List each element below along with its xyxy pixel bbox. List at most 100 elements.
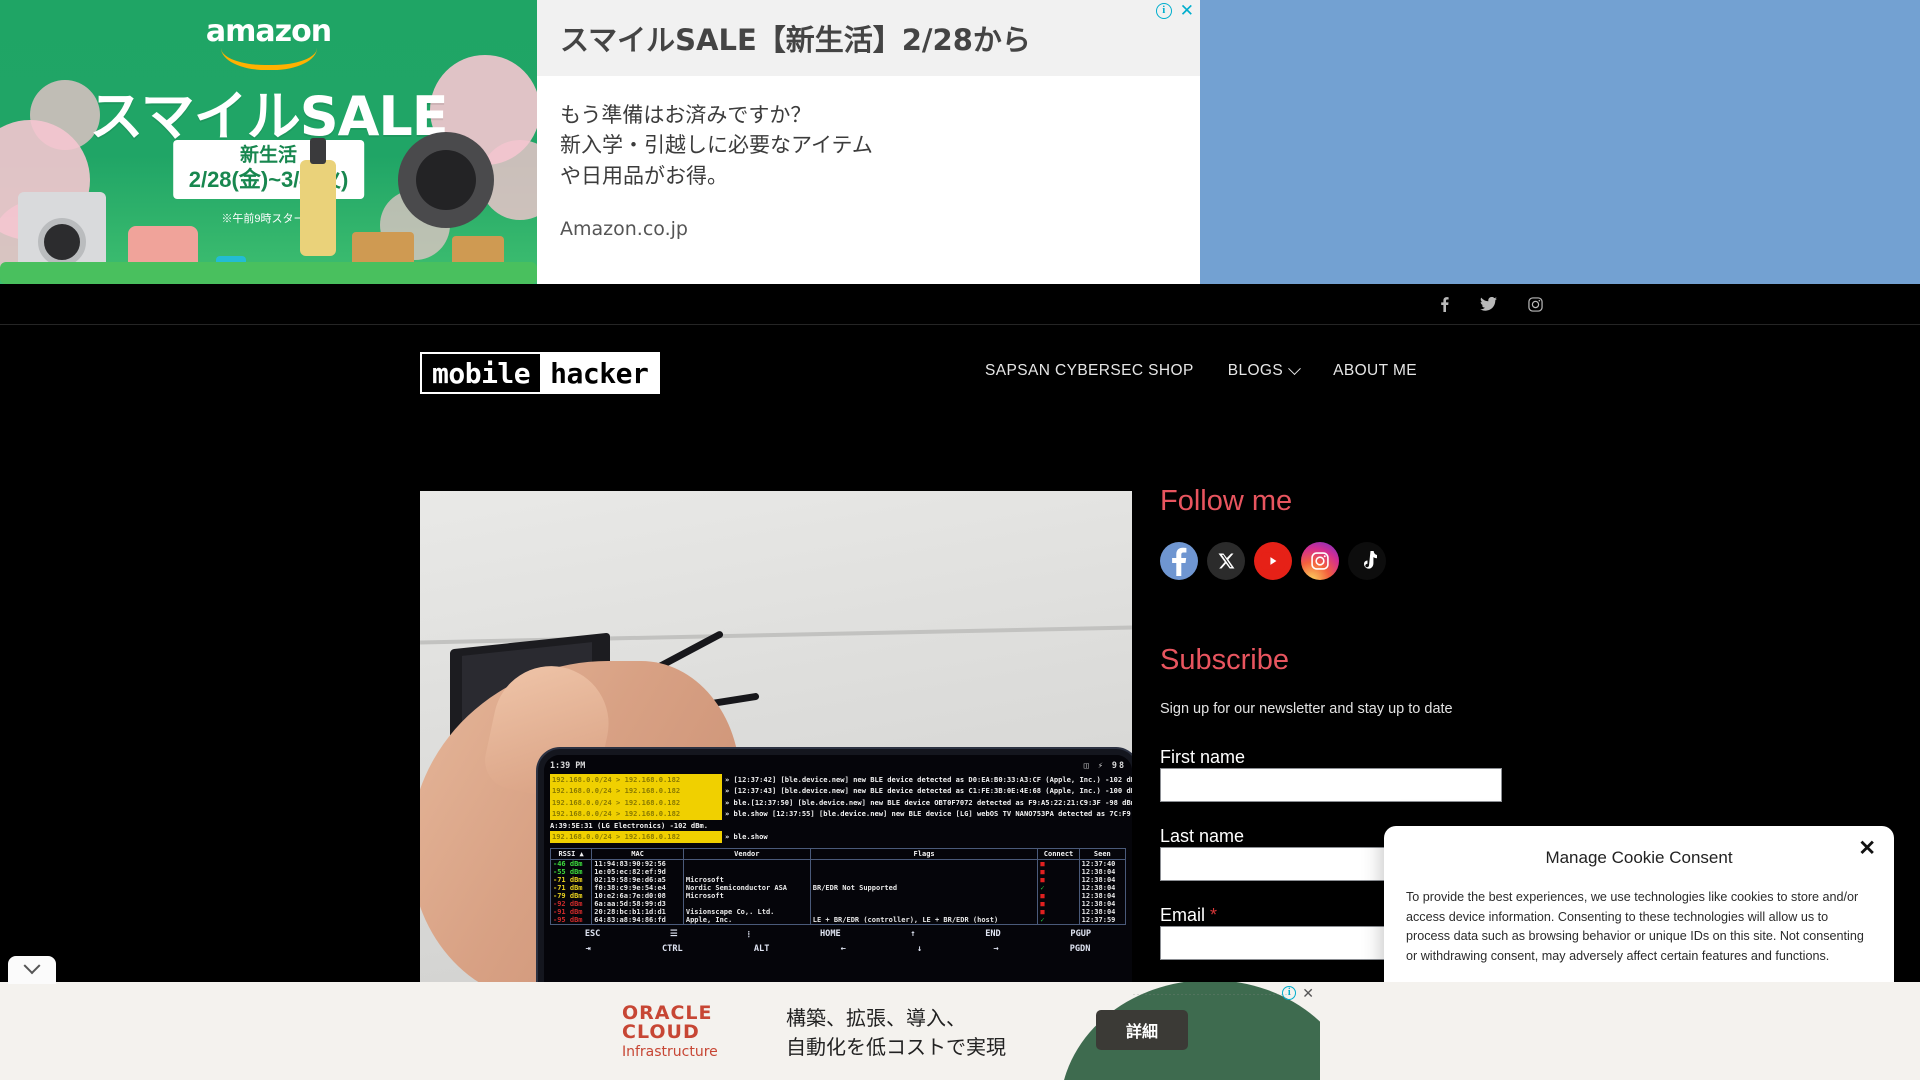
nav-item-about-me[interactable]: ABOUT ME (1333, 362, 1417, 380)
cell-seen: 12:38:04 (1078, 891, 1127, 900)
ad-body-line-1: もう準備はお済みですか？ (560, 103, 812, 127)
info-icon[interactable]: i (1155, 3, 1172, 19)
cell-connect: ■ (1037, 867, 1080, 876)
cell-rssi: -91 dBm (549, 907, 593, 916)
terminal-ip-chip: 192.168.0.0/24 > 192.168.0.182 (550, 785, 722, 797)
phone-key[interactable]: ALT (754, 944, 770, 954)
terminal-line: 192.168.0.0/24 > 192.168.0.182 » [12:37:… (550, 774, 1132, 786)
youtube-icon[interactable] (1254, 542, 1292, 580)
bottom-ad-copy: 構築、拡張、導入、 自動化を低コストで実現 (786, 1004, 1006, 1062)
close-icon[interactable]: ✕ (1302, 986, 1314, 1000)
instagram-icon[interactable] (1301, 542, 1339, 580)
cell-connect: ■ (1037, 899, 1080, 908)
col-flags: Flags (809, 847, 1039, 860)
twitter-icon[interactable] (1480, 297, 1497, 311)
top-social-bar (0, 284, 1920, 325)
table-row: -91 dBm 20:28:bc:b1:1d:d1 Visionscape Co,.… (549, 907, 1127, 916)
phone-key[interactable]: ⁞ (747, 929, 750, 940)
table-row: -55 dBm 1e:05:ec:82:ef:9d ■ 12:38:04 (549, 867, 1127, 876)
nav-label: BLOGS (1227, 362, 1284, 379)
cell-vendor: Microsoft (682, 875, 811, 884)
tiktok-icon[interactable] (1348, 542, 1386, 580)
ble-devices-table: RSSI ▲ MAC Vendor Flags Connect Seen -46… (549, 847, 1127, 925)
phone-keyboard-row-1: ESC ☰ ⁞ HOME ↑ END PGUP (550, 929, 1126, 940)
cell-mac: 1e:05:ec:82:ef:9d (591, 867, 684, 876)
oracle-cloud-ad[interactable]: ORACLE CLOUD Infrastructure 構築、拡張、導入、 自動… (596, 982, 1320, 1080)
phone-key[interactable]: ⇥ (586, 944, 591, 954)
nav-item-blogs[interactable]: BLOGS (1227, 361, 1301, 380)
cell-connect: ■ (1037, 859, 1080, 868)
cell-rssi: -95 dBm (549, 915, 593, 925)
cell-flags (809, 899, 1039, 908)
oracle-cloud-logo: ORACLE CLOUD Infrastructure (622, 1004, 718, 1060)
main-navigation: SAPSAN CYBERSEC SHOP BLOGS ABOUT ME (985, 361, 1417, 380)
phone-key[interactable]: HOME (820, 929, 841, 940)
cell-vendor: Visionscape Co,. Ltd. (682, 907, 811, 916)
col-mac: MAC (591, 847, 684, 860)
phone-key[interactable]: → (993, 944, 998, 954)
logo-text-hacker: hacker (540, 354, 659, 392)
cell-flags (809, 875, 1039, 884)
phone-key[interactable]: ESC (585, 929, 601, 940)
cell-flags: LE + BR/EDR (controller), LE + BR/EDR (h… (809, 915, 1039, 925)
table-row: -92 dBm 6a:aa:5d:58:99:d3 ■ 12:38:04 (549, 899, 1127, 908)
col-rssi: RSSI ▲ (549, 847, 593, 860)
terminal-line-text: A:39:5E:31 (LG Electronics) -102 dBm. (550, 820, 709, 830)
bottom-ad-legal-text: ・・・・・・・・・・・・・・・・・・・・・・・・・・・・・・・・・・・・・・・・ (1132, 992, 1292, 997)
bottom-ad-cta-button[interactable]: 詳細 (1096, 1010, 1188, 1050)
first-name-input[interactable] (1160, 768, 1502, 802)
terminal-line: A:39:5E:31 (LG Electronics) -102 dBm. (550, 820, 1126, 831)
phone-screen: 1:39 PM ◫ ⚡ 98 192.168.0.0/24 > 192.168.… (544, 755, 1132, 991)
phone-key[interactable]: ↑ (910, 929, 915, 940)
cell-mac: 11:94:83:90:92:56 (591, 859, 684, 868)
nav-label: ABOUT ME (1333, 362, 1417, 379)
close-icon[interactable]: ✕ (1858, 838, 1876, 859)
phone-key[interactable]: ← (841, 944, 846, 954)
first-name-label: First name (1160, 747, 1246, 767)
photo-smartphone: 1:39 PM ◫ ⚡ 98 192.168.0.0/24 > 192.168.… (538, 749, 1132, 991)
x-twitter-icon[interactable] (1207, 542, 1245, 580)
col-seen: Seen (1078, 847, 1127, 860)
page-root: amazon スマイルSALE 新生活 2/28(金)~3/4(火) ※午前9時… (0, 0, 1920, 1080)
facebook-icon[interactable] (1160, 542, 1198, 580)
nav-item-sapsan-cybersec-shop[interactable]: SAPSAN CYBERSEC SHOP (985, 362, 1194, 380)
cell-seen: 12:38:04 (1078, 867, 1127, 876)
cell-rssi: -92 dBm (549, 899, 593, 908)
phone-key[interactable]: END (985, 929, 1001, 940)
collapse-ad-button[interactable] (8, 956, 56, 984)
ad-copy-panel: スマイルSALE【新生活】2/28から もう準備はお済みですか？ 新入学・引越し… (537, 0, 1200, 284)
phone-key[interactable]: PGDN (1070, 944, 1091, 954)
phone-key[interactable]: CTRL (662, 944, 683, 954)
site-header (0, 325, 1920, 446)
nav-label: SAPSAN CYBERSEC SHOP (985, 362, 1194, 379)
cell-connect: ■ (1037, 875, 1080, 884)
top-advertisement-container: amazon スマイルSALE 新生活 2/28(金)~3/4(火) ※午前9時… (0, 0, 1920, 284)
bottom-ad-controls: i ✕ (1282, 986, 1314, 1000)
follow-me-icons (1160, 542, 1760, 580)
cell-vendor: Nordic Semiconductor ASA (682, 883, 811, 892)
phone-status-bar: 1:39 PM ◫ ⚡ 98 (550, 758, 1126, 771)
phone-key[interactable]: PGUP (1070, 929, 1091, 940)
table-row: -46 dBm 11:94:83:90:92:56 ■ 12:37:40 (549, 859, 1127, 868)
cell-connect: ■ (1037, 907, 1080, 916)
cell-vendor (682, 867, 811, 876)
facebook-icon[interactable] (1440, 296, 1449, 312)
terminal-ip-chip: 192.168.0.0/24 > 192.168.0.182 (550, 831, 722, 843)
cell-seen: 12:38:04 (1078, 899, 1127, 908)
cell-rssi: -55 dBm (549, 867, 593, 876)
post-featured-image[interactable]: 1:39 PM ◫ ⚡ 98 192.168.0.0/24 > 192.168.… (420, 491, 1132, 991)
phone-key[interactable]: ↓ (917, 944, 922, 954)
email-label: Email * (1160, 905, 1217, 925)
terminal-ip-chip: 192.168.0.0/24 > 192.168.0.182 (550, 796, 722, 809)
terminal-line-text: » ble.show (725, 832, 768, 842)
cookie-dialog-body: To provide the best experiences, we use … (1406, 890, 1864, 963)
phone-key[interactable]: ☰ (670, 929, 678, 940)
cell-rssi: -71 dBm (549, 875, 593, 884)
instagram-icon[interactable] (1528, 296, 1543, 312)
amazon-ad[interactable]: amazon スマイルSALE 新生活 2/28(金)~3/4(火) ※午前9時… (0, 0, 1200, 284)
site-logo[interactable]: mobile hacker (420, 352, 661, 394)
info-icon[interactable]: i (1282, 986, 1297, 1000)
required-marker: * (1210, 905, 1218, 925)
close-icon[interactable]: ✕ (1180, 2, 1194, 19)
cell-seen: 12:38:04 (1078, 907, 1127, 916)
